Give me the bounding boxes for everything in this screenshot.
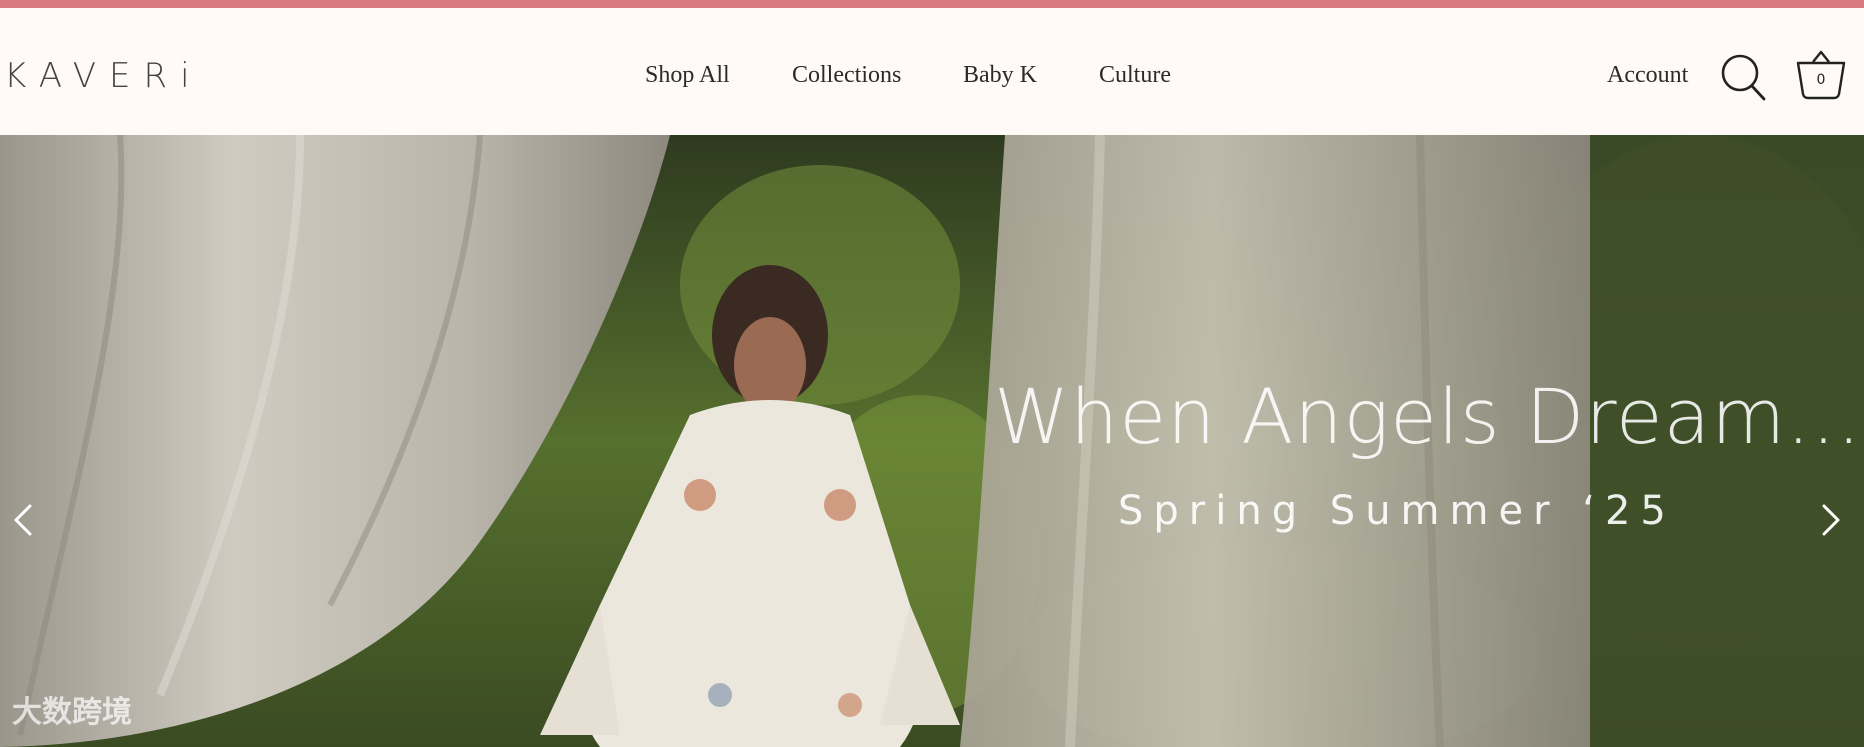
search-icon xyxy=(1721,54,1766,101)
watermark: 大数跨境 xyxy=(12,695,132,730)
chevron-left-icon xyxy=(14,504,32,536)
cart-count-badge: 0 xyxy=(1816,72,1826,88)
hero-slideshow: When Angels Dream... Spring Summer ‘25 大… xyxy=(0,135,1864,747)
slideshow-next-button[interactable] xyxy=(1810,490,1850,550)
chevron-right-icon xyxy=(1822,504,1840,536)
account-link[interactable]: Account xyxy=(1607,55,1688,95)
nav-item-culture[interactable]: Culture xyxy=(1099,55,1171,95)
slideshow-prev-button[interactable] xyxy=(4,490,44,550)
search-button[interactable] xyxy=(1720,52,1766,102)
site-header: KAVERi Shop All Collections Baby K Cultu… xyxy=(0,8,1864,135)
announcement-bar xyxy=(0,0,1864,8)
nav-item-baby-k[interactable]: Baby K xyxy=(963,55,1037,95)
hero-subtitle: Spring Summer ‘25 xyxy=(1118,488,1676,534)
cart-button[interactable]: 0 xyxy=(1795,46,1847,102)
hero-title: When Angels Dream... xyxy=(994,372,1862,461)
main-nav: Shop All Collections Baby K Culture xyxy=(0,55,1864,95)
nav-item-shop-all[interactable]: Shop All xyxy=(645,55,730,95)
nav-item-collections[interactable]: Collections xyxy=(792,55,901,95)
